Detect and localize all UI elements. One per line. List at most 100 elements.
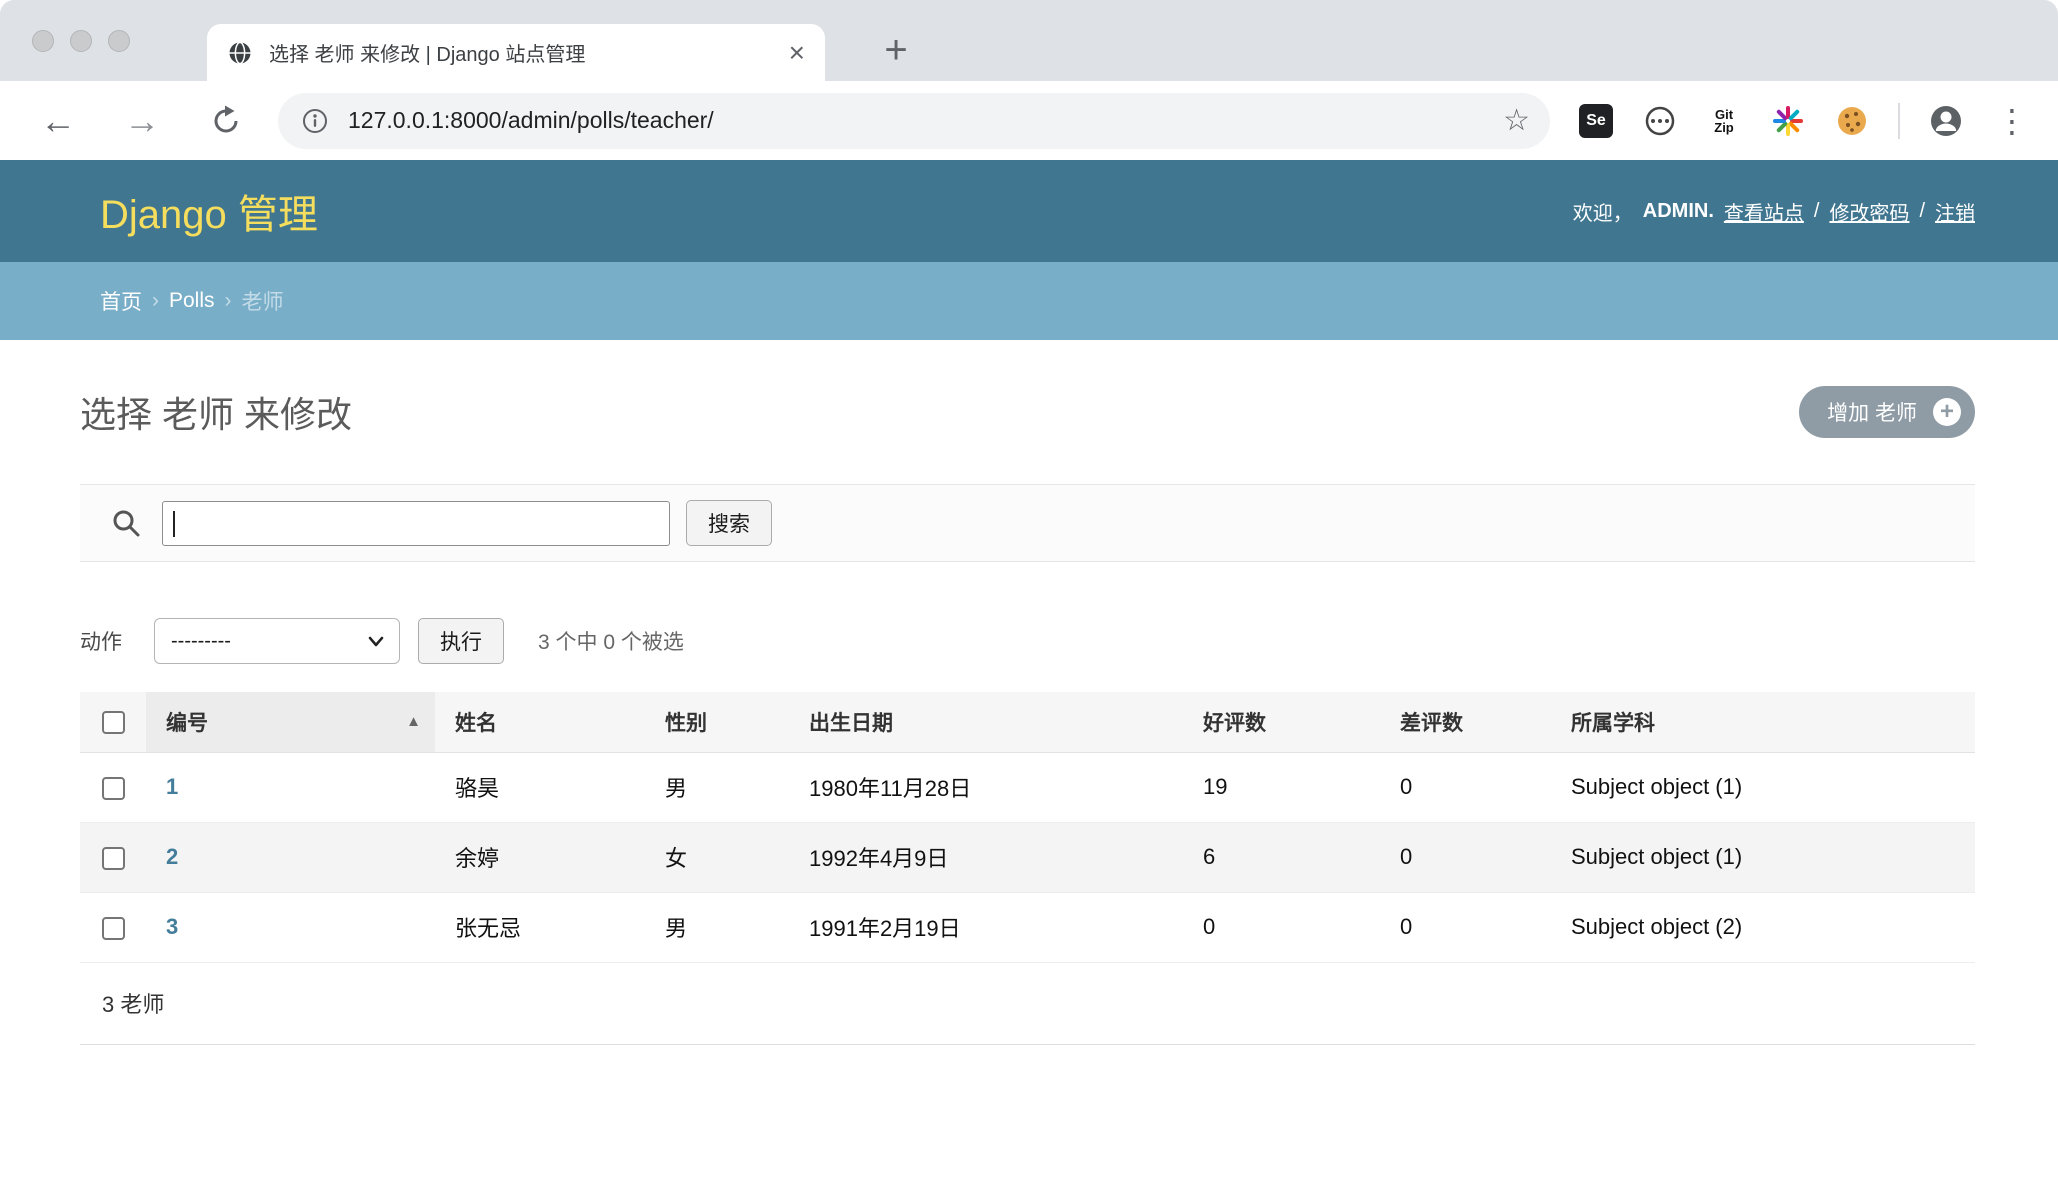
table-header-row: 编号 ▲ 姓名 性别 出生日期 好评数 差评数 所属学科: [80, 692, 1975, 752]
cell-name: 骆昊: [435, 752, 645, 822]
bookmark-star-icon[interactable]: ☆: [1503, 106, 1530, 136]
column-header-good[interactable]: 好评数: [1183, 692, 1380, 752]
gitzip-label-top: Git: [1714, 108, 1734, 121]
search-button[interactable]: 搜索: [686, 500, 772, 546]
kebab-menu-icon[interactable]: ⋮: [1990, 105, 2034, 137]
search-input[interactable]: [162, 501, 670, 546]
pinwheel-extension-icon[interactable]: [1768, 101, 1808, 141]
window-zoom-button[interactable]: [108, 30, 130, 52]
profile-avatar-icon[interactable]: [1926, 101, 1966, 141]
breadcrumb-home-link[interactable]: 首页: [100, 286, 142, 316]
row-checkbox[interactable]: [102, 777, 125, 800]
add-plus-icon: +: [1933, 398, 1961, 426]
selenium-extension-icon[interactable]: Se: [1576, 101, 1616, 141]
breadcrumb-current: 老师: [242, 286, 284, 316]
row-id-link[interactable]: 3: [166, 914, 178, 939]
view-site-link[interactable]: 查看站点: [1724, 197, 1804, 226]
sort-asc-icon[interactable]: ▲: [406, 714, 421, 729]
results-table: 编号 ▲ 姓名 性别 出生日期 好评数 差评数 所属学科 1 骆昊: [80, 692, 1975, 963]
link-separator: /: [1919, 200, 1925, 223]
window-close-button[interactable]: [32, 30, 54, 52]
column-header-gender[interactable]: 性别: [645, 692, 789, 752]
add-button-label: 增加 老师: [1827, 397, 1917, 427]
cell-good-count: 0: [1183, 892, 1380, 962]
browser-window: 选择 老师 来修改 | Django 站点管理 × + ← → 127.0.0.…: [0, 0, 2058, 1186]
breadcrumb: 首页 › Polls › 老师: [0, 262, 2058, 340]
cell-subject: Subject object (1): [1551, 822, 1975, 892]
breadcrumb-separator: ›: [152, 289, 159, 313]
cell-birthday: 1992年4月9日: [789, 822, 1183, 892]
url-text[interactable]: 127.0.0.1:8000/admin/polls/teacher/: [348, 107, 1503, 134]
column-header-name[interactable]: 姓名: [435, 692, 645, 752]
gitzip-extension-icon[interactable]: Git Zip: [1704, 101, 1744, 141]
new-tab-button[interactable]: +: [872, 26, 920, 74]
cell-name: 张无忌: [435, 892, 645, 962]
add-teacher-button[interactable]: 增加 老师 +: [1799, 386, 1975, 438]
tab-strip: 选择 老师 来修改 | Django 站点管理 × +: [0, 0, 2058, 81]
action-select-value: ---------: [171, 630, 231, 653]
cell-birthday: 1980年11月28日: [789, 752, 1183, 822]
cell-good-count: 19: [1183, 752, 1380, 822]
cell-bad-count: 0: [1380, 892, 1551, 962]
extensions-area: Se Git Zip: [1576, 101, 2034, 141]
window-controls: [32, 30, 130, 52]
forward-icon[interactable]: →: [120, 99, 164, 143]
toolbar-divider: [1898, 103, 1900, 139]
username: ADMIN.: [1643, 200, 1714, 223]
result-count: 3 老师: [80, 963, 1975, 1045]
reload-icon[interactable]: [204, 99, 248, 143]
globe-favicon-icon: [227, 40, 253, 66]
cell-birthday: 1991年2月19日: [789, 892, 1183, 962]
column-header-bad[interactable]: 差评数: [1380, 692, 1551, 752]
actions-row: 动作 --------- 执行 3 个中 0 个被选: [80, 618, 1975, 664]
back-icon[interactable]: ←: [36, 99, 80, 143]
breadcrumb-separator: ›: [225, 289, 232, 313]
cell-bad-count: 0: [1380, 822, 1551, 892]
cell-subject: Subject object (2): [1551, 892, 1975, 962]
search-toolbar: 搜索: [80, 484, 1975, 562]
tab-title: 选择 老师 来修改 | Django 站点管理: [269, 38, 775, 67]
row-id-link[interactable]: 1: [166, 774, 178, 799]
changelist-content: 选择 老师 来修改 增加 老师 + 搜索 动作 ---------: [0, 386, 2058, 1045]
tab-close-icon[interactable]: ×: [789, 39, 805, 67]
cell-bad-count: 0: [1380, 752, 1551, 822]
search-icon: [110, 507, 142, 539]
cell-gender: 男: [645, 752, 789, 822]
go-button[interactable]: 执行: [418, 618, 504, 664]
row-checkbox[interactable]: [102, 917, 125, 940]
window-minimize-button[interactable]: [70, 30, 92, 52]
breadcrumb-app-link[interactable]: Polls: [169, 289, 215, 313]
select-all-header: [80, 692, 146, 752]
logout-link[interactable]: 注销: [1935, 197, 1975, 226]
cell-name: 余婷: [435, 822, 645, 892]
selection-counter: 3 个中 0 个被选: [538, 626, 684, 656]
table-row: 1 骆昊 男 1980年11月28日 19 0 Subject object (…: [80, 752, 1975, 822]
site-branding[interactable]: Django 管理: [100, 182, 318, 240]
actions-label: 动作: [80, 626, 122, 656]
address-bar[interactable]: 127.0.0.1:8000/admin/polls/teacher/ ☆: [278, 93, 1550, 149]
column-header-subject[interactable]: 所属学科: [1551, 692, 1975, 752]
change-password-link[interactable]: 修改密码: [1829, 197, 1909, 226]
cell-good-count: 6: [1183, 822, 1380, 892]
user-tools: 欢迎， ADMIN. 查看站点 / 修改密码 / 注销: [1573, 197, 1975, 226]
dots-extension-icon[interactable]: [1640, 101, 1680, 141]
row-id-link[interactable]: 2: [166, 844, 178, 869]
chevron-down-icon: [365, 630, 387, 652]
cell-gender: 男: [645, 892, 789, 962]
welcome-text: 欢迎，: [1573, 197, 1633, 226]
action-select[interactable]: ---------: [154, 618, 400, 664]
cell-gender: 女: [645, 822, 789, 892]
page-title: 选择 老师 来修改: [80, 386, 352, 438]
browser-tab[interactable]: 选择 老师 来修改 | Django 站点管理 ×: [207, 24, 825, 81]
column-header-birthday[interactable]: 出生日期: [789, 692, 1183, 752]
gitzip-label-bottom: Zip: [1714, 121, 1734, 134]
cookie-extension-icon[interactable]: [1832, 101, 1872, 141]
admin-header: Django 管理 欢迎， ADMIN. 查看站点 / 修改密码 / 注销: [0, 160, 2058, 262]
cell-subject: Subject object (1): [1551, 752, 1975, 822]
info-icon[interactable]: [300, 106, 330, 136]
table-row: 3 张无忌 男 1991年2月19日 0 0 Subject object (2…: [80, 892, 1975, 962]
select-all-checkbox[interactable]: [102, 711, 125, 734]
link-separator: /: [1814, 200, 1820, 223]
column-header-id[interactable]: 编号 ▲: [146, 692, 435, 752]
row-checkbox[interactable]: [102, 847, 125, 870]
